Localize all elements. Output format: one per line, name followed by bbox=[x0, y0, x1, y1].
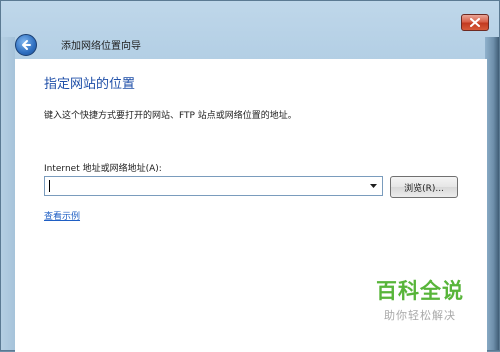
close-button[interactable] bbox=[461, 14, 489, 31]
address-label: Internet 地址或网络地址(A): bbox=[44, 164, 162, 174]
browse-button[interactable]: 浏览(R)... bbox=[390, 176, 458, 198]
address-dropdown-button[interactable] bbox=[366, 179, 380, 193]
wizard-window: 添加网络位置向导 指定网站的位置 键入这个快捷方式要打开的网站、FTP 站点或网… bbox=[0, 0, 500, 352]
page-description: 键入这个快捷方式要打开的网站、FTP 站点或网络位置的地址。 bbox=[44, 111, 297, 121]
address-input[interactable] bbox=[48, 179, 358, 193]
watermark-tagline: 助你轻松解决 bbox=[384, 309, 456, 322]
chevron-down-icon bbox=[369, 184, 377, 188]
close-icon bbox=[470, 18, 480, 27]
page-heading: 指定网站的位置 bbox=[44, 77, 136, 92]
back-arrow-icon bbox=[22, 40, 31, 50]
window-frame-right bbox=[485, 37, 499, 350]
wizard-content: 指定网站的位置 键入这个快捷方式要打开的网站、FTP 站点或网络位置的地址。 I… bbox=[15, 59, 487, 352]
back-button[interactable] bbox=[15, 34, 37, 56]
window-title: 添加网络位置向导 bbox=[61, 41, 141, 52]
watermark-brand: 百科全说 bbox=[376, 279, 464, 303]
text-caret bbox=[49, 180, 50, 192]
watermark: 百科全说 助你轻松解决 bbox=[365, 275, 475, 323]
address-combobox[interactable] bbox=[44, 176, 383, 196]
view-examples-link[interactable]: 查看示例 bbox=[44, 209, 80, 222]
window-frame-left bbox=[1, 37, 15, 350]
